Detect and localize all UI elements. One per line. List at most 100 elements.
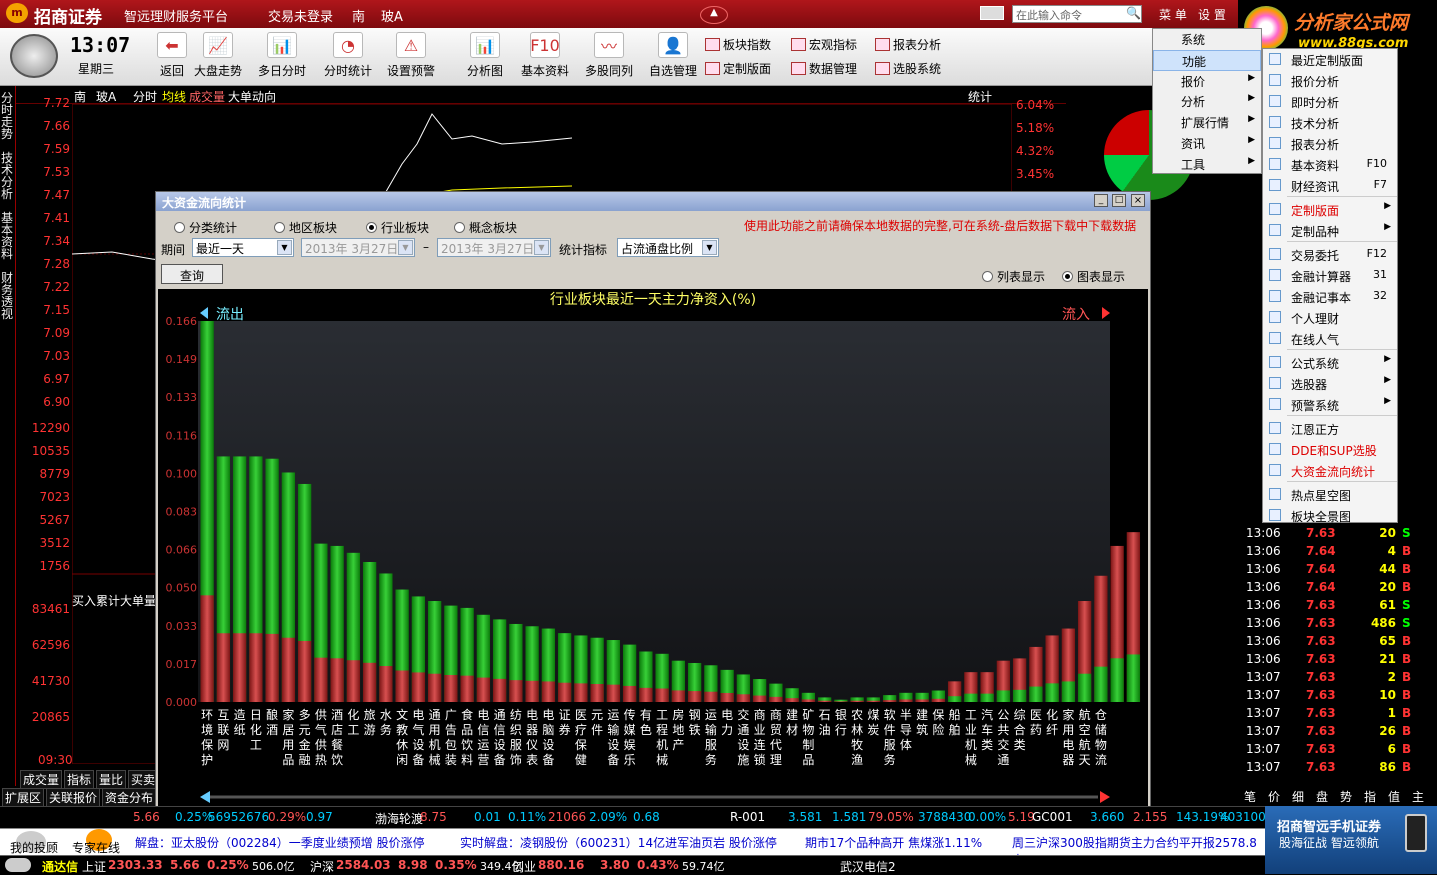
toolbar-button-candlestick[interactable]: 📊 分析图: [455, 32, 515, 79]
chart-subtab[interactable]: 扩展区: [2, 788, 45, 807]
my-advisor-link[interactable]: 我的投顾: [10, 839, 58, 856]
toolbar-small-button[interactable]: 报表分析: [875, 36, 941, 53]
submenu-item[interactable]: 最近定制版面: [1263, 49, 1397, 70]
submenu-item[interactable]: 基本资料 F10: [1263, 154, 1397, 175]
minimize-icon[interactable]: _: [1094, 194, 1108, 207]
date-from-select[interactable]: 2013年 3月27日 ▼: [301, 238, 415, 257]
toolbar-small-button[interactable]: 选股系统: [875, 60, 941, 77]
menu-item[interactable]: 功能: [1153, 49, 1261, 71]
toolbar-button-f10[interactable]: F10 基本资料: [515, 32, 575, 79]
toolbar-small-button[interactable]: 定制版面: [705, 60, 771, 77]
index-name[interactable]: 创业: [512, 858, 536, 875]
menu-item[interactable]: 系统: [1153, 29, 1261, 50]
submenu-item[interactable]: 报价分析: [1263, 70, 1397, 91]
toolbar-small-button[interactable]: 数据管理: [791, 60, 857, 77]
view-list-radio[interactable]: 列表显示: [982, 268, 1045, 285]
toolbar-button-watchlist[interactable]: 👤 自选管理: [643, 32, 703, 79]
search-input[interactable]: 在此输入命令: [1012, 5, 1142, 23]
index-name[interactable]: 沪深: [310, 858, 334, 875]
tab-technical[interactable]: 技术分析: [1, 152, 15, 200]
detail-tab[interactable]: 细: [1292, 788, 1304, 805]
detail-tab[interactable]: 价: [1268, 788, 1280, 805]
maximize-icon[interactable]: □: [1112, 194, 1126, 207]
search-icon[interactable]: 🔍: [1126, 6, 1141, 20]
submenu-item[interactable]: 热点星空图: [1263, 484, 1397, 505]
menu-item[interactable]: 工具 ▶: [1153, 154, 1261, 175]
index-name[interactable]: 上证: [82, 858, 106, 875]
detail-tab[interactable]: 主: [1412, 788, 1424, 805]
submenu-item[interactable]: 选股器 ▶: [1263, 373, 1397, 394]
detail-tab[interactable]: 势: [1340, 788, 1352, 805]
tab-finance[interactable]: 财务透视: [1, 272, 15, 320]
chart-stat-button[interactable]: 统计: [968, 88, 992, 105]
detail-tab[interactable]: 笔: [1244, 788, 1256, 805]
category-radio[interactable]: 行业板块: [366, 219, 429, 236]
tab-intraday[interactable]: 分时走势: [1, 92, 15, 140]
vol-label: 买入累计大单量: [72, 594, 157, 608]
chart-subtab[interactable]: 买卖: [128, 770, 159, 789]
tab-profile[interactable]: 基本资料: [1, 212, 15, 260]
submenu-item[interactable]: 定制品种 ▶: [1263, 220, 1397, 241]
toolbar-button-warning[interactable]: ⚠ 设置预警: [381, 32, 441, 79]
submenu-item[interactable]: 财经资讯 F7: [1263, 175, 1397, 196]
detail-tab[interactable]: 盘: [1316, 788, 1328, 805]
submenu-item[interactable]: 报表分析: [1263, 133, 1397, 154]
submenu-item[interactable]: 即时分析: [1263, 91, 1397, 112]
submenu-item[interactable]: 大资金流向统计: [1263, 460, 1397, 481]
toolbar-small-button[interactable]: 板块指数: [705, 36, 771, 53]
y-tick: 0.100: [166, 467, 198, 480]
toolbar-button-multi-day[interactable]: 📊 多日分时: [252, 32, 312, 79]
category-radio[interactable]: 地区板块: [274, 219, 337, 236]
chart-subtab[interactable]: 量比: [96, 770, 127, 789]
submenu-item[interactable]: 江恩正方: [1263, 418, 1397, 439]
expert-online-link[interactable]: 专家在线: [72, 839, 120, 856]
submenu-item[interactable]: 金融记事本 32: [1263, 286, 1397, 307]
submenu-item[interactable]: 技术分析: [1263, 112, 1397, 133]
collapse-icon[interactable]: ▲: [700, 6, 728, 24]
toolbar-button-market-trend[interactable]: 📈 大盘走势: [188, 32, 248, 79]
account-avatar-icon[interactable]: [10, 34, 58, 78]
query-button[interactable]: 查询: [161, 264, 223, 284]
scroll-right-icon[interactable]: [1100, 791, 1110, 803]
settings-button[interactable]: 设 置: [1198, 6, 1226, 23]
submenu-item[interactable]: 预警系统 ▶: [1263, 394, 1397, 415]
date-to-select[interactable]: 2013年 3月27日 ▼: [437, 238, 551, 257]
detail-tab[interactable]: 值: [1388, 788, 1400, 805]
stat-select[interactable]: 占流通盘比例 ▼: [617, 238, 719, 257]
chart-subtab[interactable]: 指标: [64, 770, 95, 789]
menu-item[interactable]: 资讯 ▶: [1153, 133, 1261, 154]
menu-button[interactable]: 菜 单: [1159, 6, 1187, 23]
news-item[interactable]: 解盘：亚太股份（002284）一季度业绩预增 股价涨停: [135, 834, 425, 851]
period-select[interactable]: 最近一天 ▼: [192, 238, 294, 257]
scroll-left-icon[interactable]: [200, 791, 210, 803]
submenu-item[interactable]: 定制版面 ▶: [1263, 199, 1397, 220]
toolbar-button-multi-stock[interactable]: 〰多股同列: [579, 32, 639, 79]
chart-subtab[interactable]: 成交量: [20, 770, 63, 789]
keyboard-icon[interactable]: [980, 6, 1004, 20]
trade-volume: 1: [1387, 706, 1396, 720]
chart-subtab[interactable]: 资金分布: [102, 788, 157, 807]
toolbar-small-button[interactable]: 宏观指标: [791, 36, 857, 53]
view-chart-radio[interactable]: 图表显示: [1062, 268, 1125, 285]
menu-item[interactable]: 报价 ▶: [1153, 71, 1261, 92]
submenu-item[interactable]: DDE和SUP选股: [1263, 439, 1397, 460]
detail-tab[interactable]: 指: [1364, 788, 1376, 805]
chart-label-ma: 均线: [162, 90, 187, 104]
news-item[interactable]: 实时解盘：凌钢股份（600231）14亿进军油页岩 股价涨停: [460, 834, 777, 851]
toolbar-button-pie-stat[interactable]: ◔ 分时统计: [318, 32, 378, 79]
category-radio[interactable]: 概念板块: [454, 219, 517, 236]
submenu-item[interactable]: 板块全景图: [1263, 505, 1397, 526]
submenu-item[interactable]: 交易委托 F12: [1263, 244, 1397, 265]
submenu-item[interactable]: 个人理财: [1263, 307, 1397, 328]
login-status[interactable]: 交易未登录: [268, 6, 333, 25]
news-item[interactable]: 期市17个品种高开 焦煤涨1.11%: [805, 834, 982, 851]
chart-subtab[interactable]: 关联报价: [46, 788, 101, 807]
submenu-item[interactable]: 金融计算器 31: [1263, 265, 1397, 286]
category-radio[interactable]: 分类统计: [174, 219, 237, 236]
menu-item[interactable]: 分析 ▶: [1153, 91, 1261, 112]
menu-item[interactable]: 扩展行情 ▶: [1153, 112, 1261, 133]
submenu-item[interactable]: 公式系统 ▶: [1263, 352, 1397, 373]
mobile-ad[interactable]: 招商智远手机证券 股海征战 智远领航: [1265, 806, 1437, 874]
submenu-item[interactable]: 在线人气: [1263, 328, 1397, 349]
close-icon[interactable]: ×: [1131, 194, 1145, 207]
